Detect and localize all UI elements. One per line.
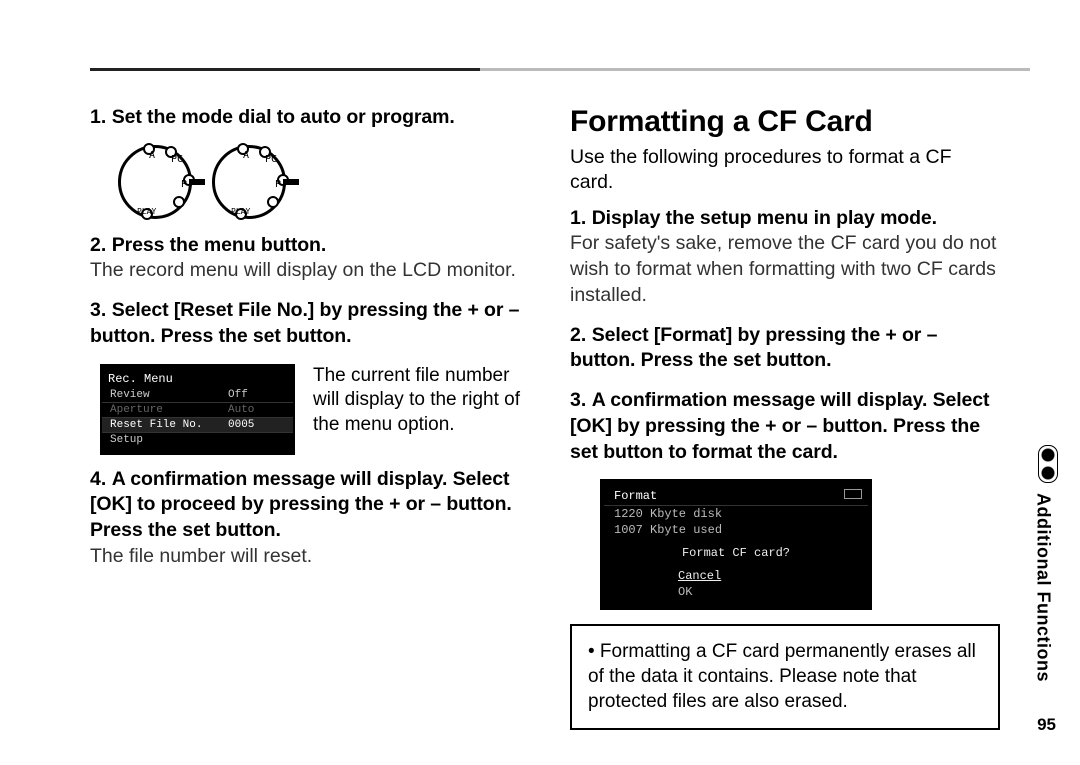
step-text: Press the menu button. [112,234,327,256]
dial-label: P [275,179,281,190]
dial-label: PLAY [231,207,250,216]
mode-dial-program: A PC P PLAY [212,145,286,219]
step-text: A confirmation message will display. Sel… [570,389,989,462]
step-number: 3. [90,299,106,321]
step-1: 1. Set the mode dial to auto or program. [90,105,520,131]
r-step-1: 1. Display the setup menu in play mode. … [570,206,1000,309]
dial-label: A [243,150,249,161]
step-2: 2. Press the menu button. The record men… [90,233,520,284]
r-step-3: 3. A confirmation message will display. … [570,388,1000,465]
dial-label: A [149,150,155,161]
section-heading: Formatting a CF Card [570,105,1000,139]
step-4: 4. A confirmation message will display. … [90,467,520,570]
lcd-row-aperture: Aperture Auto [102,403,293,418]
lcd-label: Reset File No. [110,419,210,431]
lcd-option-ok: OK [674,584,734,600]
mode-dial-auto: A PC P PLAY [118,145,192,219]
lcd-format: Format 1220 Kbyte disk 1007 Kbyte used F… [600,479,872,610]
lcd-rec-menu: Rec. Menu Review Off Aperture Auto Reset F… [100,364,295,455]
step-description: The file number will reset. [90,545,312,567]
lcd-row-reset-file-no: Reset File No. 0005 [102,418,293,433]
step-3: 3. Select [Reset File No.] by pressing t… [90,298,520,349]
step-number: 1. [90,106,106,128]
left-column: 1. Set the mode dial to auto or program.… [90,105,520,730]
lcd-option-cancel: Cancel [674,568,734,584]
mode-dial-illustration: A PC P PLAY A PC P PLAY [118,145,520,219]
step-text: Select [Format] by pressing the + or – b… [570,324,937,372]
page-number: 95 [1037,715,1056,735]
step-number: 4. [90,468,106,490]
lcd-value: Auto [228,404,254,416]
lcd-label: Review [110,389,210,401]
step-number: 1. [570,207,586,229]
dial-label: P [181,179,187,190]
right-column: Formatting a CF Card Use the following p… [570,105,1000,730]
r-step-2: 2. Select [Format] by pressing the + or … [570,323,1000,374]
section-tab-label: Additional Functions [1033,493,1053,682]
step-text: A confirmation message will display. Sel… [90,468,512,541]
step-text: Select [Reset File No.] by pressing the … [90,299,519,347]
section-tab: Additional Functions [1032,445,1058,682]
dial-label: PC [265,154,277,165]
lcd-prompt: Format CF card? [604,546,868,560]
step-text: Display the setup menu in play mode. [592,207,937,229]
dial-label: PLAY [137,207,156,216]
warning-note: • Formatting a CF card permanently erase… [570,624,1000,730]
battery-icon [844,489,862,499]
lcd-label: Aperture [110,404,210,416]
dial-label: PC [171,154,183,165]
lcd-format-title: Format [604,489,868,506]
step-description: The record menu will display on the LCD … [90,259,516,281]
lcd-row-review: Review Off [102,388,293,403]
step-number: 2. [570,324,586,346]
section-intro: Use the following procedures to format a… [570,145,1000,196]
lcd-label: Setup [110,434,210,446]
lcd-line-disk: 1220 Kbyte disk [604,506,868,522]
lcd-caption: The current file number will display to … [313,364,520,455]
step-number: 2. [90,234,106,256]
lcd-value: Off [228,389,248,401]
header-rule [90,68,1030,71]
lcd-row-setup: Setup [102,433,293,447]
lcd-format-title-text: Format [614,489,657,503]
page-content: 1. Set the mode dial to auto or program.… [90,105,1030,730]
lcd-rec-menu-row: Rec. Menu Review Off Aperture Auto Reset F… [100,364,520,455]
lcd-title: Rec. Menu [102,370,293,388]
step-description: For safety's sake, remove the CF card yo… [570,232,996,305]
lcd-line-used: 1007 Kbyte used [604,522,868,538]
lcd-value: 0005 [228,419,254,431]
step-number: 3. [570,389,586,411]
step-text: Set the mode dial to auto or program. [112,106,455,128]
